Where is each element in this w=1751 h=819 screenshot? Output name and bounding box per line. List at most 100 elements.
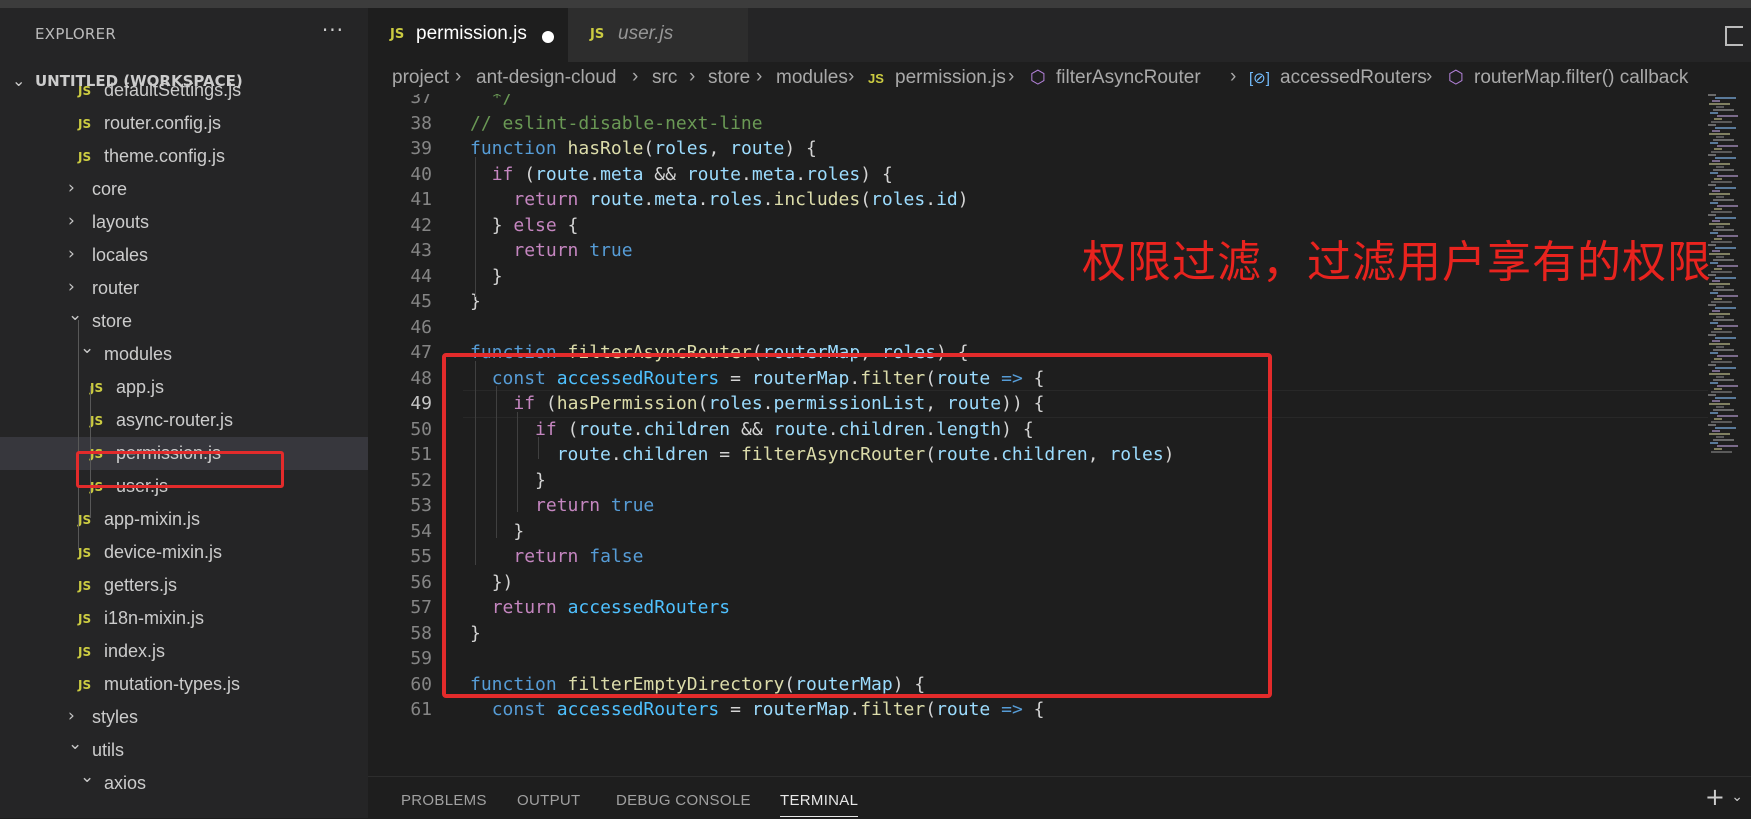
unsaved-dot-icon[interactable]	[542, 31, 554, 43]
code-line[interactable]: 39 function hasRole(roles, route) {	[368, 135, 1708, 163]
annotation-text: 权限过滤，过滤用户享有的权限	[1082, 237, 1712, 288]
tree-item-label: getters.js	[104, 575, 178, 595]
chevron-right-icon: ›	[455, 66, 462, 87]
tree-item[interactable]: › layouts	[0, 206, 368, 239]
breadcrumb-item[interactable]: src	[652, 67, 677, 89]
tree-item[interactable]: › styles	[0, 701, 368, 734]
tree-item[interactable]: › core	[0, 173, 368, 206]
line-number: 57	[410, 597, 432, 618]
line-number: 60	[410, 673, 432, 695]
chevron-right-icon[interactable]: ›	[68, 178, 75, 198]
chevron-down-icon[interactable]: ⌄	[80, 767, 94, 787]
tree-item[interactable]: JS router.config.js	[0, 107, 368, 140]
chevron-down-icon[interactable]: ⌄	[68, 734, 82, 754]
tab-debug-console[interactable]: DEBUG CONSOLE	[616, 792, 751, 809]
line-number: 53	[410, 495, 432, 516]
editor-tabs: JS permission.js JS user.js	[368, 8, 1751, 62]
tree-item[interactable]: JS device-mixin.js	[0, 536, 368, 569]
line-number: 43	[410, 240, 432, 261]
minimap-line	[1716, 376, 1724, 378]
tree-item[interactable]: JS i18n-mixin.js	[0, 602, 368, 635]
tree-item[interactable]: ⌄ store	[0, 305, 368, 338]
tree-item[interactable]: JS async-router.js	[0, 404, 368, 437]
line-number: 46	[410, 316, 432, 338]
code-line[interactable]: 38 // eslint-disable-next-line	[368, 110, 1708, 138]
minimap-line	[1717, 205, 1738, 207]
chevron-right-icon[interactable]: ›	[68, 706, 75, 726]
minimap-line	[1709, 403, 1730, 405]
split-editor-icon[interactable]	[1725, 26, 1743, 46]
more-actions-icon[interactable]: ···	[322, 18, 344, 42]
tree-item[interactable]: ⌄ axios	[0, 767, 368, 800]
breadcrumb-function[interactable]: filterAsyncRouter	[1056, 67, 1201, 89]
code-line[interactable]: 40 if (route.meta && route.meta.roles) {	[368, 161, 1708, 189]
chevron-down-icon[interactable]: ⌄	[68, 305, 82, 325]
breadcrumb-item[interactable]: project	[392, 67, 449, 89]
chevron-right-icon[interactable]: ›	[68, 244, 75, 264]
tree-item[interactable]: JS defaultSettings.js	[0, 74, 368, 107]
breadcrumb-callback[interactable]: routerMap.filter() callback	[1474, 67, 1688, 89]
minimap[interactable]	[1708, 94, 1751, 514]
minimap-line	[1717, 385, 1738, 387]
tab-output[interactable]: OUTPUT	[517, 792, 580, 809]
add-terminal-icon[interactable]: +	[1705, 783, 1725, 811]
chevron-right-icon: ›	[1008, 66, 1015, 87]
tab-terminal[interactable]: TERMINAL	[780, 792, 859, 817]
minimap-line	[1712, 220, 1720, 222]
line-number: 41	[410, 189, 432, 210]
tab-problems[interactable]: PROBLEMS	[401, 792, 487, 809]
tree-item-label: async-router.js	[116, 410, 234, 430]
line-number: 50	[410, 418, 432, 440]
js-file-icon: JS	[78, 579, 92, 593]
tree-item[interactable]: JS theme.config.js	[0, 140, 368, 173]
js-file-icon: JS	[90, 414, 104, 428]
tab-user-js[interactable]: JS user.js	[568, 8, 748, 62]
minimap-line	[1711, 451, 1732, 453]
code-line[interactable]: 61 const accessedRouters = routerMap.fil…	[368, 696, 1708, 724]
tree-item[interactable]: › locales	[0, 239, 368, 272]
minimap-line	[1714, 178, 1722, 180]
chevron-down-icon[interactable]: ⌄	[80, 338, 94, 358]
minimap-line	[1711, 361, 1732, 363]
minimap-line	[1709, 343, 1730, 345]
tab-permission-js[interactable]: JS permission.js	[368, 8, 568, 62]
minimap-line	[1713, 379, 1734, 381]
bottom-panel: PROBLEMS OUTPUT DEBUG CONSOLE TERMINAL +…	[368, 776, 1751, 819]
tree-item[interactable]: ⌄ modules	[0, 338, 368, 371]
tree-item[interactable]: JS index.js	[0, 635, 368, 668]
tree-item[interactable]: JS app-mixin.js	[0, 503, 368, 536]
minimap-line	[1711, 211, 1732, 213]
chevron-right-icon[interactable]: ›	[68, 277, 75, 297]
code-line[interactable]: 46	[368, 314, 1708, 342]
tree-item[interactable]: JS mutation-types.js	[0, 668, 368, 701]
line-number: 56	[410, 571, 432, 593]
minimap-line	[1712, 100, 1720, 102]
minimap-line	[1709, 163, 1730, 165]
code-text: // eslint-disable-next-line	[470, 112, 763, 134]
breadcrumb-item[interactable]: ant-design-cloud	[476, 67, 616, 89]
tree-item[interactable]: › router	[0, 272, 368, 305]
code-line[interactable]: 45}	[368, 288, 1708, 316]
minimap-line	[1717, 415, 1738, 417]
method-cube-icon: ⬡	[1448, 67, 1464, 87]
breadcrumb: project › ant-design-cloud › src › store…	[368, 62, 1751, 94]
js-file-icon: JS	[90, 381, 104, 395]
breadcrumb-item[interactable]: store	[708, 67, 750, 89]
code-line[interactable]: 41 return route.meta.roles.includes(role…	[368, 186, 1708, 214]
js-file-icon: JS	[78, 612, 92, 626]
minimap-line	[1714, 118, 1722, 120]
minimap-line	[1709, 193, 1730, 195]
tree-item[interactable]: JS getters.js	[0, 569, 368, 602]
chevron-right-icon[interactable]: ›	[68, 211, 75, 231]
tree-item[interactable]: JS app.js	[0, 371, 368, 404]
code-text: if (route.meta && route.meta.roles) {	[491, 163, 893, 185]
minimap-line	[1710, 112, 1718, 114]
breadcrumb-variable[interactable]: accessedRouters	[1280, 67, 1427, 89]
breadcrumb-item[interactable]: modules	[776, 67, 848, 89]
tree-item-label: device-mixin.js	[104, 542, 223, 562]
minimap-line	[1713, 439, 1734, 441]
breadcrumb-file[interactable]: permission.js	[895, 67, 1006, 89]
tree-item[interactable]: ⌄ utils	[0, 734, 368, 767]
chevron-down-icon[interactable]: ⌄	[1731, 789, 1743, 805]
minimap-line	[1714, 418, 1722, 420]
